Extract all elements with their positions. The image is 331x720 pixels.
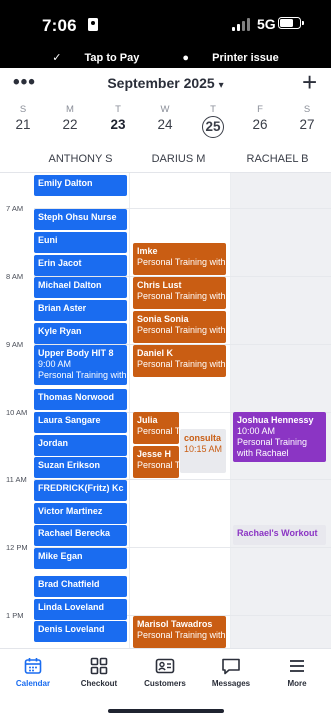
appointment[interactable]: Julia Personal T <box>133 412 179 444</box>
appointment[interactable]: Daniel K Personal Training with <box>133 345 226 377</box>
chat-icon <box>222 658 240 675</box>
nav-label: Calendar <box>15 679 51 688</box>
status-notices: ✓ Tap to Pay ● Printer issue <box>0 51 331 64</box>
appointment[interactable]: Upper Body HIT 8 9:00 AM Personal Training… <box>34 345 127 385</box>
appointment[interactable]: Joshua Hennessy 10:00 AM Personal Training… <box>233 412 326 462</box>
personal-block[interactable]: Rachael's Workout <box>233 525 326 545</box>
appointment[interactable]: Laura Sangare <box>34 412 127 433</box>
column-divider <box>230 173 231 648</box>
plus-icon[interactable]: + <box>302 69 317 95</box>
signal-icon <box>232 18 252 31</box>
hour-label: 7 AM <box>6 204 24 213</box>
day-wed[interactable]: W 24 <box>150 104 180 132</box>
appointment[interactable]: Mike Egan <box>34 548 127 569</box>
grid-icon <box>90 657 108 675</box>
nav-messages[interactable]: Messages <box>198 657 264 688</box>
appointment-pending[interactable]: consulta 10:15 AM <box>180 429 226 473</box>
home-indicator[interactable] <box>108 709 224 713</box>
unavailable-block <box>231 173 331 648</box>
battery-icon <box>278 17 304 29</box>
appointment[interactable]: Steph Ohsu Nurse <box>34 209 127 230</box>
hour-label: 10 AM <box>6 408 28 417</box>
status-time: 7:06 <box>42 16 77 35</box>
appointment[interactable]: Marisol Tawadros Personal Training with <box>133 616 226 648</box>
menu-icon <box>290 660 304 672</box>
appointment[interactable]: Jordan <box>34 435 127 456</box>
appointment[interactable]: Brad Chatfield <box>34 576 127 597</box>
day-thu-selected[interactable]: T 25 <box>198 104 228 138</box>
nav-label: Messages <box>211 679 251 688</box>
hour-label: 8 AM <box>6 272 24 281</box>
appointment[interactable]: Imke Personal Training with <box>133 243 226 275</box>
hour-label: 9 AM <box>6 340 24 349</box>
chevron-down-icon: ▾ <box>218 80 224 91</box>
month-selector[interactable]: September 2025 ▾ <box>0 75 331 91</box>
calendar-icon <box>24 658 42 674</box>
hour-label: 11 AM <box>6 475 27 484</box>
appointment[interactable]: Suzan Erikson <box>34 457 127 478</box>
column-divider <box>129 173 130 648</box>
appointment[interactable]: FREDRICK(Fritz) Kc <box>34 480 127 501</box>
appointment[interactable]: Chris Lust Personal Training with <box>133 277 226 309</box>
appointment[interactable]: Brian Aster <box>34 300 127 321</box>
staff-header-darius[interactable]: DARIUS M <box>131 153 226 165</box>
schedule-grid[interactable]: 7 AM 8 AM 9 AM 10 AM 11 AM 12 PM 1 PM Em… <box>0 172 331 648</box>
appointment[interactable]: Victor Martinez <box>34 503 127 524</box>
lock-icon <box>88 18 98 31</box>
appointment[interactable]: Michael Dalton <box>34 277 127 298</box>
day-tue[interactable]: T 23 <box>103 104 133 132</box>
appointment[interactable]: Jesse H Personal T <box>133 446 179 478</box>
nav-customers[interactable]: Customers <box>132 657 198 688</box>
appointment[interactable]: Denis Loveland <box>34 621 127 642</box>
nav-label: Checkout <box>80 679 118 688</box>
week-strip: S 21 M 22 T 23 W 24 T 25 F 26 S 27 <box>0 104 331 140</box>
appointment[interactable]: Erin Jacot <box>34 255 127 276</box>
day-sun[interactable]: S 21 <box>8 104 38 132</box>
appointment[interactable]: Kyle Ryan <box>34 323 127 344</box>
hour-label: 1 PM <box>6 611 24 620</box>
staff-header-rachael[interactable]: RACHAEL B <box>230 153 325 165</box>
nav-label: Customers <box>144 679 186 688</box>
staff-header-anthony[interactable]: ANTHONY S <box>33 153 128 165</box>
tap-to-pay-notice[interactable]: ✓ Tap to Pay <box>42 52 149 64</box>
appointment[interactable]: Rachael Berecka <box>34 525 127 546</box>
day-fri[interactable]: F 26 <box>245 104 275 132</box>
appointment[interactable]: Sonia Sonia Personal Training with <box>133 311 226 343</box>
appointment[interactable]: Thomas Norwood <box>34 389 127 410</box>
appointment[interactable]: Linda Loveland <box>34 599 127 620</box>
day-sat[interactable]: S 27 <box>292 104 322 132</box>
check-icon: ✓ <box>52 52 65 64</box>
dot-icon: ● <box>182 52 193 64</box>
month-label: September 2025 <box>107 75 215 91</box>
status-bar: 7:06 5G ✓ Tap to Pay ● Printer issue <box>0 0 331 68</box>
day-mon[interactable]: M 22 <box>55 104 85 132</box>
network-label: 5G <box>257 16 276 32</box>
nav-checkout[interactable]: Checkout <box>66 657 132 688</box>
id-card-icon <box>155 658 175 674</box>
nav-more[interactable]: More <box>264 657 330 688</box>
printer-issue-notice[interactable]: ● Printer issue <box>172 52 288 64</box>
nav-calendar[interactable]: Calendar <box>0 657 66 688</box>
nav-label: More <box>287 679 307 688</box>
hour-label: 12 PM <box>6 543 28 552</box>
appointment[interactable]: Euni <box>34 232 127 253</box>
appointment[interactable]: Emily Dalton <box>34 175 127 196</box>
